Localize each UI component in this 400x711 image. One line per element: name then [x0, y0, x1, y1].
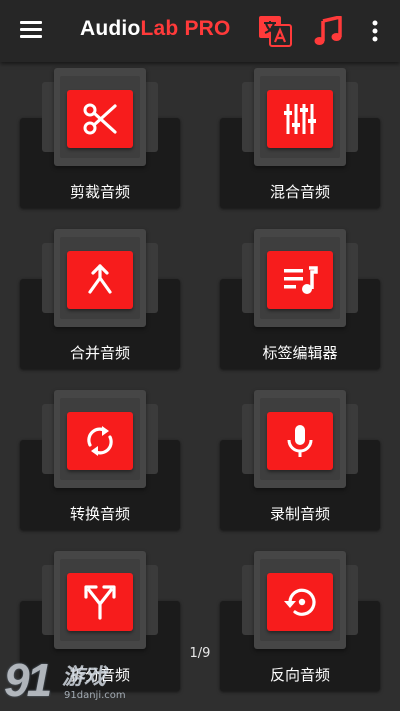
hamburger-menu-icon[interactable]: [20, 21, 42, 39]
app-title-labpro: Lab PRO: [140, 17, 231, 40]
translate-icon[interactable]: [258, 14, 292, 48]
split-arrows-icon: [67, 573, 133, 631]
tile-label: 合并音频: [69, 344, 130, 362]
microphone-icon: [267, 412, 333, 470]
tile-trim-audio[interactable]: 剪裁音频: [20, 68, 180, 208]
tile-label: 剪裁音频: [69, 183, 130, 201]
page-indicator: 1/9: [189, 646, 211, 661]
convert-cycle-icon: [67, 412, 133, 470]
tile-merge-audio[interactable]: 合并音频: [20, 229, 180, 369]
app-bar: AudioLab PRO: [0, 0, 400, 62]
tile-label: 转换音频: [69, 505, 130, 523]
reverse-history-icon: [267, 573, 333, 631]
tile-label: 混合音频: [269, 183, 330, 201]
app-title: AudioLab PRO: [80, 17, 231, 47]
tile-label: 标签编辑器: [262, 344, 338, 362]
app-title-audio: Audio: [80, 17, 141, 40]
watermark-game: 游戏: [62, 665, 107, 690]
merge-icon: [67, 251, 133, 309]
watermark-url: 91danji.com: [64, 690, 126, 701]
more-vert-icon[interactable]: [370, 20, 380, 42]
watermark-logo: 91 游戏 91danji.com: [2, 654, 142, 709]
tile-reverse-audio[interactable]: 反向音频: [220, 551, 380, 691]
music-note-icon[interactable]: [314, 15, 342, 46]
scissors-icon: [67, 90, 133, 148]
watermark-brand: 91: [4, 654, 52, 706]
mixer-sliders-icon: [267, 90, 333, 148]
tile-record-audio[interactable]: 录制音频: [220, 390, 380, 530]
tile-convert-audio[interactable]: 转换音频: [20, 390, 180, 530]
playlist-music-icon: [267, 251, 333, 309]
tile-tag-editor[interactable]: 标签编辑器: [220, 229, 380, 369]
tile-label: 反向音频: [269, 666, 330, 684]
tile-label: 录制音频: [269, 505, 330, 523]
tile-mix-audio[interactable]: 混合音频: [220, 68, 380, 208]
